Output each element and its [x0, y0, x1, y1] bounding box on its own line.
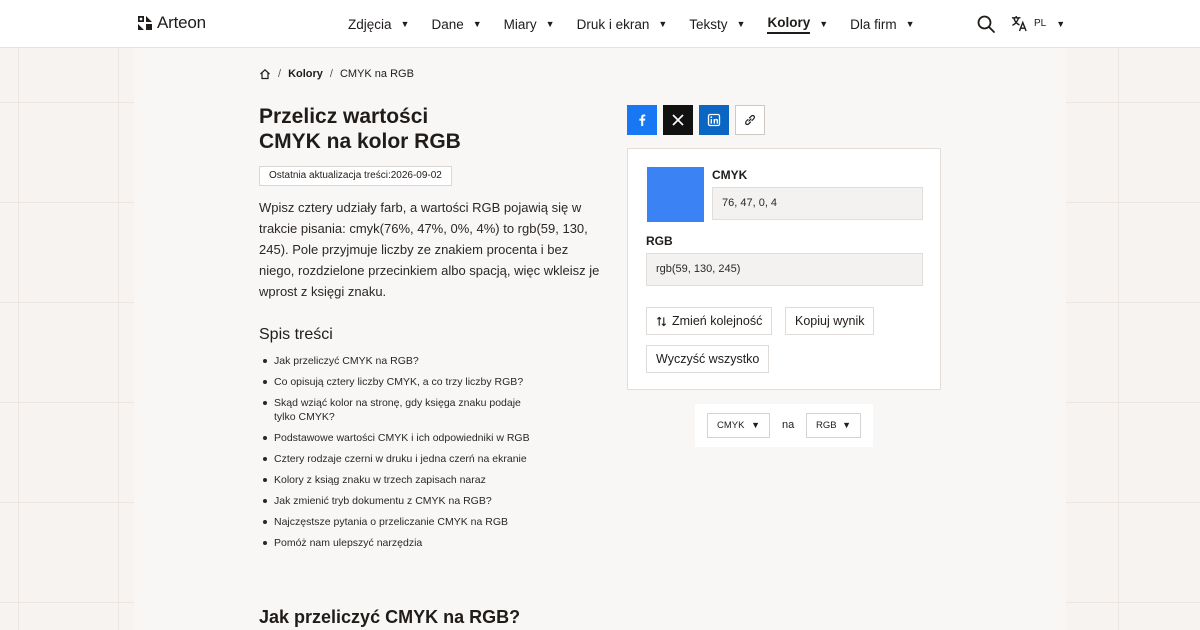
- caret-down-icon: ▼: [905, 19, 915, 29]
- home-icon[interactable]: [259, 68, 271, 80]
- brand-name: Arteon: [157, 13, 206, 32]
- nav-item-druk-i-ekran[interactable]: Druk i ekran ▼: [577, 0, 668, 48]
- cmyk-input[interactable]: 76, 47, 0, 4: [712, 187, 923, 220]
- color-preview-swatch: [647, 167, 704, 222]
- breadcrumb-link-kolory[interactable]: Kolory: [288, 68, 323, 80]
- toc-item[interactable]: Pomóż nam ulepszyć narzędzia: [263, 536, 564, 550]
- search-icon: [977, 15, 995, 33]
- unit-connector: na: [782, 419, 795, 431]
- page-title-line-2: CMYK na kolor RGB: [259, 130, 461, 153]
- search-button[interactable]: [976, 14, 996, 34]
- linkedin-icon: [707, 113, 721, 127]
- page-title-line-1: Przelicz wartości: [259, 105, 429, 128]
- section-heading: Jak przeliczyć CMYK na RGB?: [259, 607, 521, 627]
- last-updated-badge: Ostatnia aktualizacja treści:2026-09-02: [259, 166, 452, 186]
- brand-logo[interactable]: Arteon: [137, 13, 206, 33]
- swap-arrows-icon: [656, 316, 667, 326]
- to-unit-value: RGB: [816, 420, 837, 431]
- caret-down-icon: ▼: [545, 19, 555, 29]
- link-icon: [745, 114, 755, 126]
- toc-item[interactable]: Kolory z ksiąg znaku w trzech zapisach n…: [263, 473, 564, 487]
- caret-down-icon: ▼: [1056, 18, 1066, 29]
- top-header: Arteon Zdjęcia ▼ Dane ▼ Miary ▼ Druk i ekra…: [0, 0, 1200, 48]
- copy-link-button[interactable]: [735, 105, 765, 135]
- converter-card: CMYK 76, 47, 0, 4 RGB rgb(59, 130, 245) …: [627, 148, 941, 390]
- share-linkedin-button[interactable]: [699, 105, 729, 135]
- facebook-icon: [639, 114, 646, 126]
- breadcrumb-current: CMYK na RGB: [339, 68, 414, 80]
- copy-result-button[interactable]: Kopiuj wynik: [785, 307, 875, 335]
- main-nav: Zdjęcia ▼ Dane ▼ Miary ▼ Druk i ekran ▼ Teks…: [348, 0, 937, 48]
- share-x-button[interactable]: [663, 105, 693, 135]
- clear-all-label: Wyczyść wszystko: [656, 352, 760, 366]
- share-facebook-button[interactable]: [627, 105, 657, 135]
- swap-order-button[interactable]: Zmień kolejność: [646, 307, 773, 335]
- toc-item[interactable]: Cztery rodzaje czerni w druku i jedna cz…: [263, 452, 564, 466]
- swap-order-label: Zmień kolejność: [672, 314, 763, 328]
- language-code: PL: [1034, 18, 1047, 29]
- breadcrumb: / Kolory / CMYK na RGB: [259, 68, 414, 80]
- breadcrumb-separator: /: [278, 68, 282, 80]
- nav-item-teksty[interactable]: Teksty ▼: [689, 0, 745, 48]
- rgb-output[interactable]: rgb(59, 130, 245): [646, 253, 923, 286]
- nav-item-dla-firm[interactable]: Dla firm ▼: [850, 0, 914, 48]
- x-icon: [672, 114, 684, 126]
- table-of-contents: Jak przeliczyć CMYK na RGB? Co opisują c…: [263, 354, 564, 557]
- copy-result-label: Kopiuj wynik: [795, 314, 865, 328]
- from-unit-select[interactable]: CMYK ▼: [707, 413, 770, 438]
- caret-down-icon: ▼: [658, 19, 668, 29]
- toc-item[interactable]: Jak przeliczyć CMYK na RGB?: [263, 354, 564, 368]
- breadcrumb-separator: /: [329, 68, 333, 80]
- nav-item-miary[interactable]: Miary ▼: [504, 0, 555, 48]
- caret-down-icon: ▼: [736, 19, 746, 29]
- nav-item-kolory[interactable]: Kolory ▼: [767, 0, 828, 48]
- caret-down-icon: ▼: [819, 19, 829, 29]
- from-unit-value: CMYK: [717, 420, 745, 431]
- toc-item[interactable]: Co opisują cztery liczby CMYK, a co trzy…: [263, 375, 564, 389]
- share-buttons: [627, 105, 765, 135]
- cmyk-label: CMYK: [712, 168, 748, 182]
- page-title: Przelicz wartości CMYK na kolor RGB: [259, 104, 579, 154]
- language-switcher[interactable]: PL ▼: [1011, 15, 1065, 32]
- clear-all-button[interactable]: Wyczyść wszystko: [646, 345, 770, 373]
- toc-heading: Spis treści: [259, 326, 333, 343]
- to-unit-select[interactable]: RGB ▼: [806, 413, 861, 438]
- nav-item-dane[interactable]: Dane ▼: [431, 0, 481, 48]
- caret-down-icon: ▼: [400, 19, 410, 29]
- brand-mark-icon: [138, 16, 152, 30]
- toc-item[interactable]: Jak zmienić tryb dokumentu z CMYK na RGB…: [263, 494, 564, 508]
- toc-item[interactable]: Podstawowe wartości CMYK i ich odpowiedn…: [263, 431, 564, 445]
- caret-down-icon: ▼: [472, 19, 482, 29]
- toc-item[interactable]: Najczęstsze pytania o przeliczanie CMYK …: [263, 515, 564, 529]
- toc-item[interactable]: Skąd wziąć kolor na stronę, gdy księga z…: [263, 396, 544, 424]
- unit-selector: CMYK ▼ na RGB ▼: [695, 404, 873, 447]
- nav-item-zdjecia[interactable]: Zdjęcia ▼: [348, 0, 409, 48]
- caret-down-icon: ▼: [842, 420, 851, 430]
- caret-down-icon: ▼: [751, 420, 760, 430]
- intro-text: Wpisz cztery udziały farb, a wartości RG…: [259, 200, 600, 299]
- translate-icon: [1011, 15, 1027, 32]
- rgb-label: RGB: [646, 234, 673, 248]
